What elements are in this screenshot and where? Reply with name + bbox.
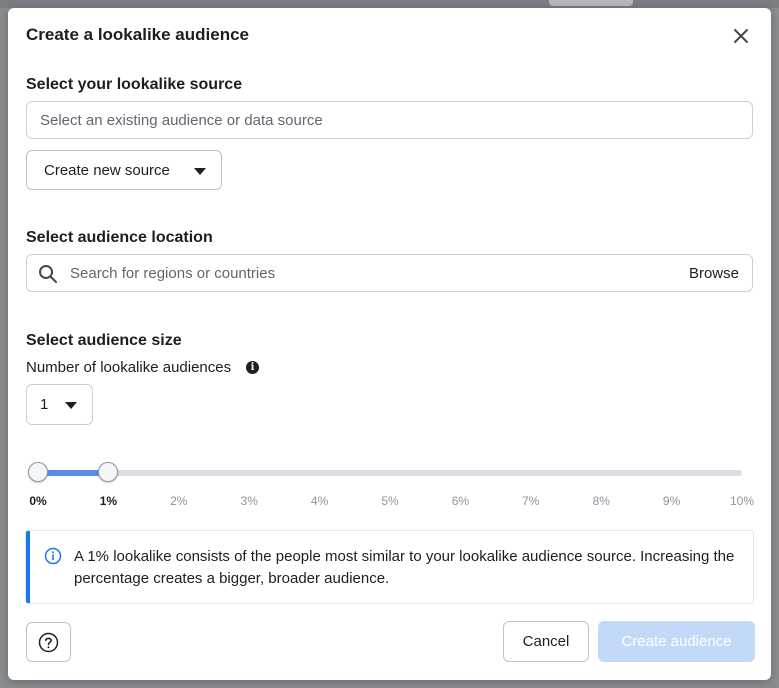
slider-tick-label: 6% — [451, 494, 470, 508]
slider-end-handle[interactable] — [98, 462, 119, 482]
size-label: Select audience size — [26, 332, 182, 349]
background-page — [0, 0, 779, 8]
create-audience-button[interactable]: Create audience — [598, 621, 755, 662]
slider-tick-label: 5% — [381, 494, 399, 508]
lookalike-dialog: Create a lookalike audience Select your … — [8, 8, 771, 680]
help-icon — [38, 632, 59, 653]
cancel-button[interactable]: Cancel — [503, 621, 589, 662]
source-label: Select your lookalike source — [26, 76, 243, 93]
location-search-input[interactable]: Search for regions or countries Browse — [26, 254, 753, 292]
slider-start-handle[interactable] — [28, 462, 48, 482]
slider-tick-label: 3% — [240, 494, 258, 508]
notice-text: A 1% lookalike consists of the people mo… — [74, 548, 735, 587]
source-input[interactable]: Select an existing audience or data sour… — [26, 101, 753, 139]
count-value: 1 — [40, 396, 49, 413]
slider-tick-label: 2% — [170, 494, 188, 508]
slider-tick-label: 1% — [99, 494, 118, 508]
location-placeholder: Search for regions or countries — [70, 265, 276, 282]
source-placeholder: Select an existing audience or data sour… — [40, 112, 323, 129]
close-icon[interactable] — [730, 25, 752, 47]
info-icon[interactable]: i — [246, 361, 259, 374]
slider-tick-label: 8% — [592, 494, 610, 508]
create-new-source-button[interactable]: Create new source — [26, 150, 222, 190]
slider-tick-label: 0% — [29, 494, 47, 508]
slider-tick-label: 10% — [729, 494, 755, 508]
caret-down-icon — [194, 168, 206, 175]
slider-track[interactable] — [38, 470, 742, 476]
dialog-title: Create a lookalike audience — [26, 25, 249, 44]
info-notice: A 1% lookalike consists of the people mo… — [26, 531, 753, 603]
create-new-source-label: Create new source — [44, 162, 170, 179]
info-circle-icon — [44, 547, 62, 565]
location-label: Select audience location — [26, 229, 213, 246]
search-icon — [39, 265, 57, 283]
count-dropdown[interactable]: 1 — [26, 384, 93, 425]
caret-down-icon — [65, 402, 77, 409]
browse-button[interactable]: Browse — [689, 265, 739, 282]
slider-tick-label: 4% — [310, 494, 329, 508]
count-label: Number of lookalike audiences — [26, 359, 232, 376]
help-button[interactable] — [26, 622, 71, 662]
background-tab — [549, 0, 633, 6]
slider-tick-label: 9% — [662, 494, 681, 508]
slider-tick-label: 7% — [522, 494, 540, 508]
